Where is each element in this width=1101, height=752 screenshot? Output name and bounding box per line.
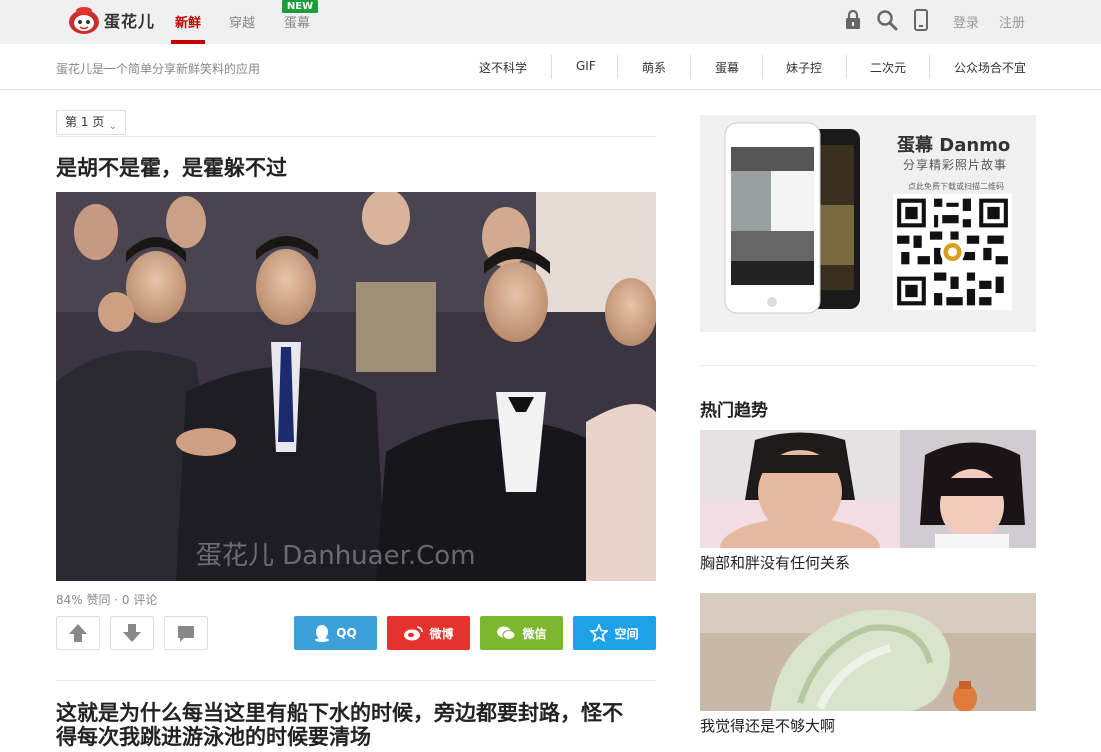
divider xyxy=(617,55,618,79)
brand-name: 蛋花儿 xyxy=(104,12,156,31)
divider xyxy=(551,55,552,79)
top-navbar: 蛋花儿 新鲜 穿越 蛋幕 NEW 登录 注册 xyxy=(0,0,1101,44)
lock-icon[interactable] xyxy=(843,9,865,31)
new-badge: NEW xyxy=(282,0,318,13)
post-title[interactable]: 是胡不是霍，是霍躲不过 xyxy=(56,156,287,180)
app-phones-image xyxy=(724,122,860,314)
tab-fresh[interactable]: 新鲜 xyxy=(175,12,201,31)
category-science[interactable]: 这不科学 xyxy=(479,59,527,76)
page-dropdown[interactable]: 第 1 页 ⌄ xyxy=(56,110,126,135)
search-icon[interactable] xyxy=(876,9,898,31)
post-title-line: 这就是为什么每当这里有船下水的时候，旁边都要封路，怪不 xyxy=(56,701,623,725)
wechat-icon xyxy=(497,626,516,640)
trending-caption[interactable]: 我觉得还是不够大啊 xyxy=(700,715,835,736)
category-danmo[interactable]: 蛋幕 xyxy=(715,59,739,76)
divider xyxy=(700,365,1036,366)
share-qq-label: QQ xyxy=(336,626,357,640)
tagline: 蛋花儿是一个简单分享新鲜笑料的应用 xyxy=(56,62,261,76)
arrow-down-icon xyxy=(123,624,141,642)
divider xyxy=(929,55,930,79)
post-title[interactable]: 这就是为什么每当这里有船下水的时候，旁边都要封路，怪不 得每次我跳进游泳池的时候… xyxy=(56,701,623,749)
post-title-line: 得每次我跳进游泳池的时候要清场 xyxy=(56,725,371,749)
upvote-button[interactable] xyxy=(56,616,100,650)
register-link[interactable]: 注册 xyxy=(999,12,1025,31)
post-meta: 84% 赞同 · 0 评论 xyxy=(56,593,158,607)
danmo-app-promo[interactable]: 蛋幕 Danmo 分享精彩照片故事 点此免费下载或扫描二维码 xyxy=(700,115,1036,332)
trending-image[interactable] xyxy=(700,593,1036,711)
comment-button[interactable] xyxy=(164,616,208,650)
category-bar: 蛋花儿是一个简单分享新鲜笑料的应用 这不科学 GIF 萌系 蛋幕 妹子控 二次元… xyxy=(0,44,1101,90)
trending-caption[interactable]: 胸部和胖没有任何关系 xyxy=(700,552,850,573)
logo-mascot-icon xyxy=(67,5,101,35)
share-qq-button[interactable]: QQ xyxy=(294,616,377,650)
share-qzone-button[interactable]: 空间 xyxy=(573,616,656,650)
mobile-icon[interactable] xyxy=(913,9,935,31)
downvote-button[interactable] xyxy=(110,616,154,650)
category-anime[interactable]: 二次元 xyxy=(870,59,906,76)
share-weibo-label: 微博 xyxy=(429,626,454,641)
qr-code[interactable] xyxy=(893,194,1012,310)
tab-danmo[interactable]: 蛋幕 xyxy=(284,12,310,31)
category-gif[interactable]: GIF xyxy=(576,59,596,73)
trending-image[interactable] xyxy=(700,430,1036,548)
divider xyxy=(690,55,691,79)
logo[interactable]: 蛋花儿 xyxy=(67,3,155,37)
divider xyxy=(762,55,763,79)
weibo-icon xyxy=(404,626,424,641)
share-weibo-button[interactable]: 微博 xyxy=(387,616,470,650)
promo-subtitle: 分享精彩照片故事 xyxy=(903,158,1008,172)
qq-icon xyxy=(315,625,330,642)
share-wechat-button[interactable]: 微信 xyxy=(480,616,563,650)
category-cute[interactable]: 萌系 xyxy=(642,59,666,76)
login-link[interactable]: 登录 xyxy=(953,12,979,31)
divider xyxy=(56,136,656,137)
arrow-up-icon xyxy=(69,624,87,642)
star-icon xyxy=(590,624,609,642)
divider xyxy=(846,55,847,79)
image-watermark: 蛋花儿 Danhuaer.Com xyxy=(196,541,476,571)
share-qzone-label: 空间 xyxy=(614,626,639,641)
promo-title: 蛋幕 Danmo xyxy=(897,135,1011,156)
page-dropdown-label: 第 1 页 xyxy=(65,115,105,129)
tab-crossing[interactable]: 穿越 xyxy=(229,12,255,31)
divider xyxy=(56,680,656,681)
category-nsfw[interactable]: 公众场合不宜 xyxy=(954,59,1026,76)
share-wechat-label: 微信 xyxy=(522,626,547,641)
chevron-down-icon: ⌄ xyxy=(108,121,117,132)
category-girls[interactable]: 妹子控 xyxy=(786,59,822,76)
post-image[interactable]: 蛋花儿 Danhuaer.Com xyxy=(56,192,656,581)
comment-icon xyxy=(178,626,194,642)
promo-tip: 点此免费下载或扫描二维码 xyxy=(908,182,1004,191)
trending-heading: 热门趋势 xyxy=(700,401,768,421)
